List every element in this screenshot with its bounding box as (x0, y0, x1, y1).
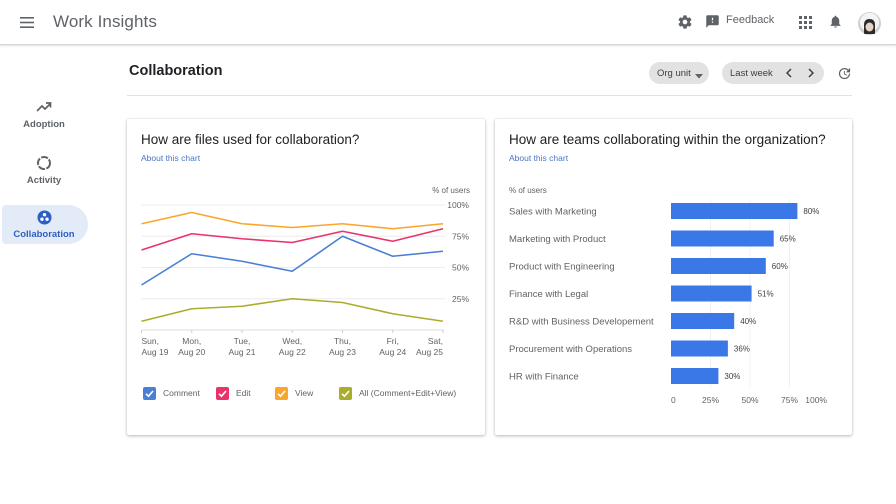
chevron-right-icon[interactable] (804, 66, 818, 80)
activity-ring-icon (35, 154, 53, 172)
feedback-icon[interactable] (703, 12, 722, 31)
app-title: Work Insights (53, 12, 157, 31)
bar-value-label: 51% (758, 290, 774, 299)
file-collaboration-card: How are files used for collaboration? Ab… (127, 119, 485, 435)
y-axis-title: % of users (432, 186, 470, 195)
bar (671, 340, 728, 357)
collaboration-icon (35, 208, 53, 226)
team-collaboration-card: How are teams collaborating within the o… (495, 119, 852, 435)
legend-item-edit[interactable]: Edit (216, 387, 266, 401)
line-chart: % of users 100% 75% 50% 25% Sun, Aug 19 Mon, Aug… (141, 186, 470, 357)
category-label: Finance with Legal (509, 289, 588, 300)
category-label: R&D with Business Developement (509, 317, 654, 328)
sidebar-item-label: Activity (26, 175, 62, 186)
sidebar-item-adoption[interactable]: Adoption (2, 97, 88, 137)
org-unit-dropdown[interactable]: Org unit (649, 62, 709, 84)
bar (671, 203, 798, 219)
checkbox-checked-icon (275, 387, 288, 400)
y-tick-label: 100% (447, 200, 469, 210)
x-tick-label: 75% (781, 395, 798, 405)
category-label: Marketing with Product (509, 234, 606, 245)
bar (671, 230, 774, 247)
apps-grid-icon[interactable] (796, 13, 814, 31)
line-series-all (141, 297, 444, 323)
x-tick-label: 25% (702, 395, 719, 405)
x-tick-label: Mon, Aug 20 (178, 336, 205, 357)
settings-gear-icon[interactable] (675, 12, 695, 32)
line-series-edit (141, 227, 444, 251)
bar-chart: % of users 0 25% 50% 75% 100% Sales with Marke… (509, 186, 827, 405)
x-tick-label: Tue, Aug 21 (229, 336, 256, 357)
checkbox-checked-icon (143, 387, 156, 400)
bar (671, 368, 719, 384)
sidebar-item-collaboration[interactable]: Collaboration (2, 205, 88, 244)
page-title: Collaboration (129, 63, 223, 79)
legend-label: Edit (236, 388, 251, 398)
line-series-comment (141, 235, 444, 286)
org-unit-label: Org unit (657, 68, 691, 79)
y-tick-label: 25% (452, 294, 469, 304)
date-range-label[interactable]: Last week (730, 68, 773, 79)
y-tick-label: 75% (452, 231, 469, 241)
legend-label: View (295, 388, 314, 398)
x-tick-label: Sun, Aug 19 (142, 336, 169, 357)
x-tick-label: Fri, Aug 24 (379, 336, 406, 357)
category-label: Product with Engineering (509, 262, 615, 273)
checkbox-checked-icon (339, 387, 352, 400)
dropdown-arrow-icon (695, 71, 703, 82)
y-tick-label: 50% (452, 263, 469, 273)
x-tick-label: 0 (671, 395, 676, 405)
trending-up-icon (35, 98, 53, 116)
checkbox-checked-icon (216, 387, 229, 400)
legend-item-all[interactable]: All (Comment+Edit+View) (339, 387, 469, 401)
y-axis-title: % of users (509, 186, 547, 195)
top-app-bar: Work Insights Feedback (0, 0, 896, 45)
sidebar-item-label: Collaboration (13, 229, 75, 240)
date-range-selector: Last week (722, 62, 824, 84)
bar-value-label: 65% (780, 235, 796, 244)
legend-label: Comment (163, 388, 200, 398)
x-tick-label: 100% (805, 395, 827, 405)
avatar[interactable] (858, 12, 881, 35)
feedback-button[interactable]: Feedback (726, 14, 774, 26)
category-label: Sales with Marketing (509, 207, 597, 218)
chevron-left-icon[interactable] (782, 66, 796, 80)
bar-value-label: 36% (734, 345, 750, 354)
bar (671, 313, 735, 329)
bar-value-label: 60% (772, 262, 788, 271)
x-tick-label: Thu, Aug 23 (329, 336, 356, 357)
menu-icon[interactable] (17, 12, 37, 32)
x-tick-label: 50% (741, 395, 758, 405)
notifications-bell-icon[interactable] (826, 12, 845, 31)
line-series-view (141, 211, 444, 230)
bar-value-label: 80% (803, 207, 819, 216)
category-label: HR with Finance (509, 372, 579, 383)
sidebar-item-label: Adoption (23, 119, 65, 130)
bar (671, 285, 752, 302)
legend-item-comment[interactable]: Comment (143, 387, 213, 401)
x-tick-label: Wed, Aug 22 (279, 336, 306, 357)
category-label: Procurement with Operations (509, 344, 632, 355)
legend-label: All (Comment+Edit+View) (359, 388, 457, 398)
x-tick-label: Sat, Aug 25 (416, 336, 443, 357)
bar (671, 258, 766, 274)
refresh-update-icon[interactable] (835, 64, 853, 82)
legend-item-view[interactable]: View (275, 387, 330, 401)
bar-value-label: 30% (724, 372, 740, 381)
sidebar-item-activity[interactable]: Activity (2, 153, 88, 193)
bar-value-label: 40% (740, 317, 756, 326)
header-divider (127, 95, 852, 96)
